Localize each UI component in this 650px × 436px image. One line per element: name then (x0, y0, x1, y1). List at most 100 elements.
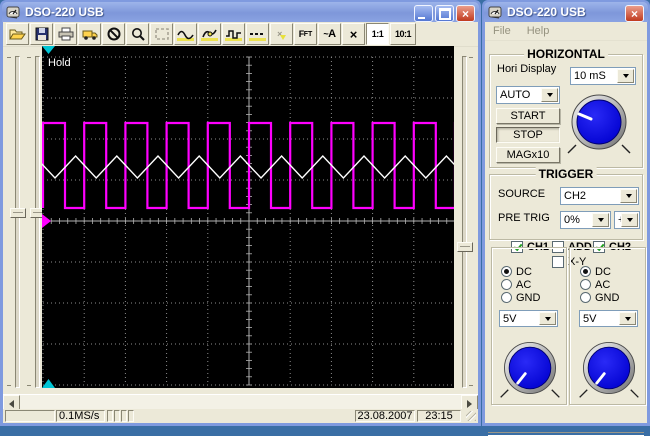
close-button[interactable]: × (625, 5, 644, 22)
autoset-button[interactable]: ~ A (318, 23, 341, 45)
trigger-group-title: TRIGGER (536, 167, 597, 181)
interpolate-button[interactable] (198, 23, 221, 45)
open-folder-icon (9, 27, 26, 41)
dropdown-button[interactable] (592, 213, 609, 227)
step-display-button[interactable] (222, 23, 245, 45)
magnifier-icon (131, 27, 145, 41)
ch2-gain-knob[interactable] (573, 333, 645, 403)
dropdown-button[interactable] (621, 213, 638, 227)
ch2-position-slider-track[interactable] (35, 56, 40, 388)
smooth-curve-button[interactable] (174, 23, 197, 45)
pretrig-select[interactable]: 0% (560, 211, 611, 229)
ch1-position-slider-track[interactable] (15, 56, 20, 388)
ch1-ac-label: AC (516, 279, 531, 291)
timebase-select[interactable]: 10 mS (570, 67, 636, 85)
mag-button-label: MAGx10 (507, 149, 550, 161)
trigger-level-slider-thumb[interactable] (457, 242, 473, 252)
trigger-source-select[interactable]: CH2 (560, 187, 639, 205)
status-separator (128, 410, 134, 422)
time-panel: 23:15 (417, 410, 461, 422)
acquire-button[interactable] (78, 23, 101, 45)
acquisition-mode-label: Hold (48, 57, 71, 69)
minimize-button[interactable] (414, 5, 433, 22)
trigger-level-marker (42, 214, 51, 228)
horizontal-scrollbar[interactable] (3, 394, 478, 410)
open-file-button[interactable] (6, 23, 29, 45)
ratio-10-1-button[interactable]: 10:1 (390, 23, 416, 45)
clear-marker-button[interactable]: × (270, 23, 293, 45)
ch1-radio-gnd[interactable] (501, 292, 512, 303)
window-title: DSO-220 USB (25, 5, 104, 19)
stop-button-label: STOP (513, 129, 543, 141)
toolbar: × FFT ~ A × 1:1 10:1 (3, 22, 478, 47)
ch1-dc-label: DC (516, 266, 532, 278)
dropdown-button[interactable] (539, 312, 556, 325)
app-icon (488, 5, 503, 20)
dropdown-button[interactable] (541, 88, 558, 102)
close-button[interactable]: × (456, 5, 475, 22)
fft-button[interactable]: FFT (294, 23, 317, 45)
dropdown-button[interactable] (619, 312, 636, 325)
sine-wave-icon (177, 27, 194, 42)
dropdown-button[interactable] (620, 189, 637, 203)
trigger-slope-select[interactable]: + (614, 211, 640, 229)
dot-display-button[interactable] (246, 23, 269, 45)
ch2-radio-ac[interactable] (580, 279, 591, 290)
source-label: SOURCE (498, 188, 545, 200)
ch2-gnd-label: GND (595, 292, 619, 304)
ch1-gnd-label: GND (516, 292, 540, 304)
no-entry-icon (107, 27, 121, 41)
scope-window: DSO-220 USB × (0, 0, 481, 426)
save-button[interactable] (30, 23, 53, 45)
slider-tick (7, 385, 11, 386)
timebase-value: 10 mS (574, 70, 606, 82)
mag-x10-button[interactable]: MAGx10 (496, 147, 560, 163)
slider-tick (7, 57, 11, 58)
status-separator (121, 410, 127, 422)
zoom-button[interactable] (126, 23, 149, 45)
ch1-radio-dc[interactable] (501, 266, 512, 277)
pretrig-value: 0% (564, 214, 580, 226)
ch2-radio-dc[interactable] (580, 266, 591, 277)
ch1-radio-ac[interactable] (501, 279, 512, 290)
ch1-gain-knob[interactable] (494, 333, 566, 403)
ch1-position-slider-thumb[interactable] (10, 208, 26, 218)
stop-acquisition-button[interactable] (102, 23, 125, 45)
menu-file[interactable]: File (485, 25, 519, 37)
slider-tick (469, 385, 473, 386)
curve-dot-icon (201, 27, 218, 42)
autoset-icon: A (328, 28, 335, 40)
control-panel-window: DSO-220 USB × File Help HORIZONTAL Hori … (482, 0, 650, 426)
resize-grip[interactable] (466, 411, 476, 421)
stop-button[interactable]: STOP (496, 127, 560, 143)
slider-tick (469, 57, 473, 58)
ch1-volt-select[interactable]: 5V (499, 310, 558, 327)
print-button[interactable] (54, 23, 77, 45)
timebase-knob[interactable] (562, 85, 636, 159)
trigger-mode-select[interactable]: AUTO (496, 86, 560, 104)
slider-tick (27, 385, 31, 386)
menu-help[interactable]: Help (519, 25, 558, 37)
clear-button[interactable]: × (342, 23, 365, 45)
start-button[interactable]: START (496, 108, 560, 124)
maximize-button[interactable] (435, 5, 454, 22)
printer-icon (58, 27, 74, 41)
ch2-radio-gnd[interactable] (580, 292, 591, 303)
horizontal-group-title: HORIZONTAL (524, 47, 608, 61)
status-bar: 0.1MS/s 23.08.2007 23:15 (3, 409, 478, 423)
trigger-mode-value: AUTO (500, 89, 530, 101)
close-icon: × (462, 8, 469, 20)
chevron-down-icon (626, 194, 632, 198)
ratio-1-1-button[interactable]: 1:1 (366, 23, 389, 45)
dropdown-button[interactable] (617, 69, 634, 83)
window-select-button[interactable] (150, 23, 173, 45)
minimize-icon (418, 17, 425, 19)
yellow-arrow-icon (280, 35, 286, 40)
ch2-volt-select[interactable]: 5V (579, 310, 638, 327)
chevron-down-icon (547, 93, 553, 97)
ch2-dc-label: DC (595, 266, 611, 278)
scope-client-area: × FFT ~ A × 1:1 10:1 (3, 22, 478, 423)
status-separator (107, 410, 113, 422)
trigger-level-slider-track[interactable] (462, 56, 467, 388)
trigger-group: TRIGGER SOURCE CH2 PRE TRIG 0% + (489, 174, 643, 240)
